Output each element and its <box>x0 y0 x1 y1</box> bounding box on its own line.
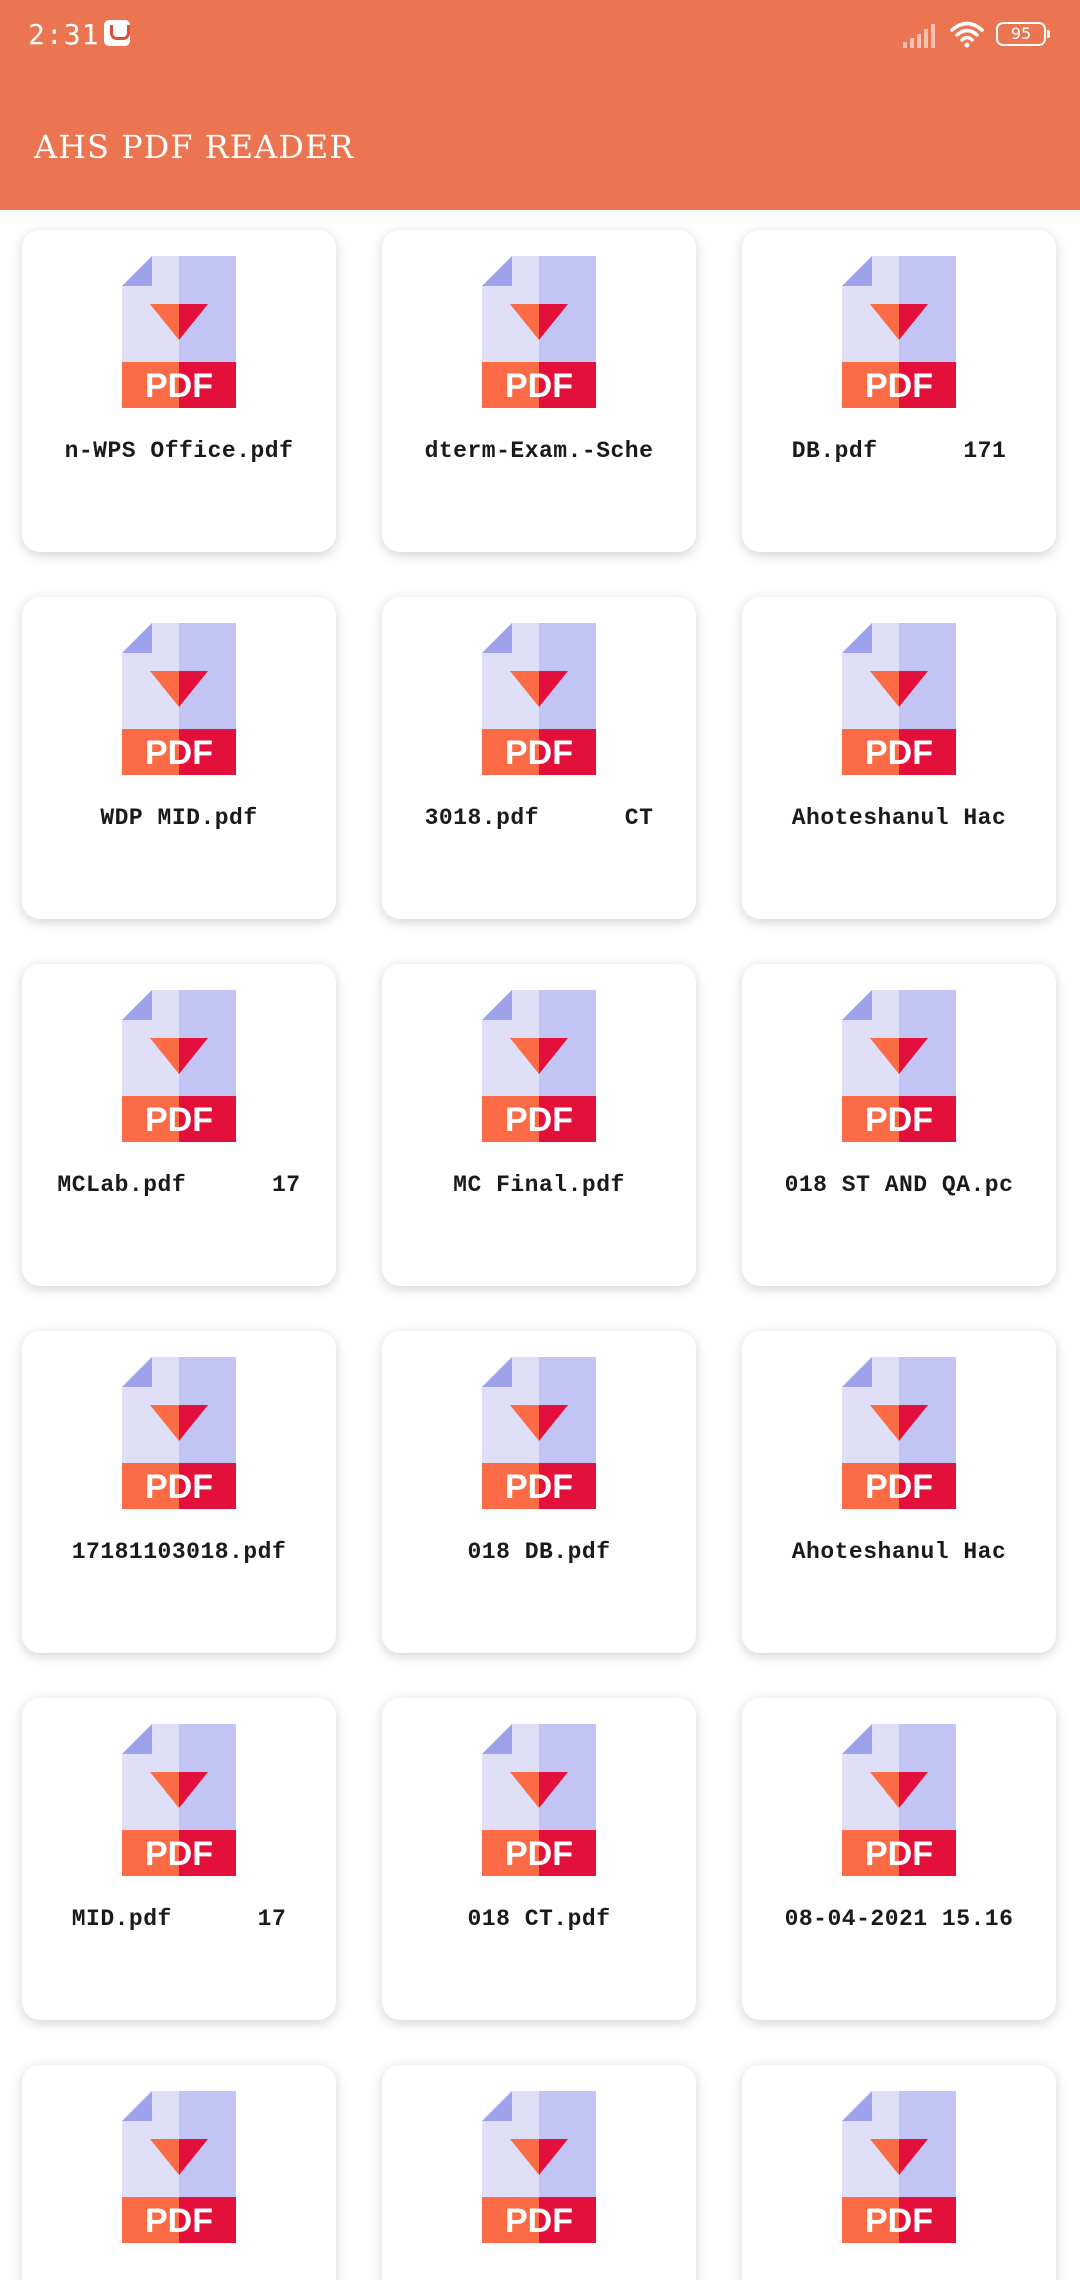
pdf-file-card[interactable]: PDF 018 CT.pdf <box>382 1698 696 2020</box>
pdf-label: PDF <box>145 2202 213 2240</box>
file-name: Ahoteshanul Hac <box>791 1539 1007 1565</box>
pdf-file-icon: PDF <box>122 990 236 1142</box>
pdf-file-icon: PDF <box>482 2091 596 2243</box>
pdf-label: PDF <box>505 1835 573 1873</box>
file-name: 17181103018.pdf <box>71 1539 287 1565</box>
pdf-file-card[interactable]: PDF MID.pdf 17 <box>22 1698 336 2020</box>
pdf-label: PDF <box>505 2202 573 2240</box>
pdf-file-card[interactable]: PDF <box>382 2065 696 2280</box>
pdf-file-icon: PDF <box>842 623 956 775</box>
pdf-file-card[interactable]: PDF DB.pdf 171 <box>742 230 1056 552</box>
pdf-label: PDF <box>145 1101 213 1139</box>
file-name: 018 CT.pdf <box>467 1906 611 1932</box>
pdf-label: PDF <box>865 1468 933 1506</box>
pdf-file-card[interactable]: PDF <box>22 2065 336 2280</box>
pdf-file-icon: PDF <box>482 623 596 775</box>
pdf-file-icon: PDF <box>842 1724 956 1876</box>
pdf-file-card[interactable]: PDF MC Final.pdf <box>382 964 696 1286</box>
pdf-file-icon: PDF <box>482 1724 596 1876</box>
file-name: 08-04-2021 15.16 <box>784 1906 1014 1932</box>
pdf-label: PDF <box>865 367 933 405</box>
app-bar: AHS PDF READER <box>0 70 1080 210</box>
pdf-file-icon: PDF <box>842 2091 956 2243</box>
pdf-label: PDF <box>505 734 573 772</box>
pdf-label: PDF <box>505 1468 573 1506</box>
pdf-label: PDF <box>865 2202 933 2240</box>
pdf-label: PDF <box>145 1835 213 1873</box>
pdf-file-card[interactable]: PDF n-WPS Office.pdf <box>22 230 336 552</box>
pdf-file-card[interactable]: PDF 3018.pdf CT <box>382 597 696 919</box>
file-name: MID.pdf 17 <box>71 1906 287 1932</box>
pdf-file-card[interactable]: PDF Ahoteshanul Hac <box>742 597 1056 919</box>
pdf-file-icon: PDF <box>122 1724 236 1876</box>
pdf-file-card[interactable]: PDF Ahoteshanul Hac <box>742 1331 1056 1653</box>
file-name: 018 DB.pdf <box>467 1539 611 1565</box>
status-time: 2:31 <box>28 18 100 51</box>
pdf-file-icon: PDF <box>122 2091 236 2243</box>
pdf-file-card[interactable]: PDF 018 ST AND QA.pc <box>742 964 1056 1286</box>
pdf-label: PDF <box>865 734 933 772</box>
file-name: n-WPS Office.pdf <box>64 438 294 464</box>
pdf-file-icon: PDF <box>842 990 956 1142</box>
pdf-file-icon: PDF <box>842 1357 956 1509</box>
signal-icon <box>903 24 935 48</box>
pdf-label: PDF <box>145 367 213 405</box>
notification-icon <box>104 20 130 46</box>
file-name: 018 ST AND QA.pc <box>784 1172 1014 1198</box>
pdf-file-card[interactable]: PDF MCLab.pdf 17 <box>22 964 336 1286</box>
file-name: dterm-Exam.-Sche <box>424 438 654 464</box>
pdf-file-icon: PDF <box>482 1357 596 1509</box>
file-name: MCLab.pdf 17 <box>57 1172 301 1198</box>
pdf-file-icon: PDF <box>842 256 956 408</box>
pdf-file-card[interactable]: PDF dterm-Exam.-Sche <box>382 230 696 552</box>
pdf-file-icon: PDF <box>482 990 596 1142</box>
file-name: 3018.pdf CT <box>424 805 654 831</box>
pdf-file-card[interactable]: PDF 17181103018.pdf <box>22 1331 336 1653</box>
pdf-file-card[interactable]: PDF WDP MID.pdf <box>22 597 336 919</box>
pdf-label: PDF <box>865 1835 933 1873</box>
status-bar: 2:31 95 <box>0 0 1080 70</box>
file-name: WDP MID.pdf <box>100 805 258 831</box>
pdf-label: PDF <box>865 1101 933 1139</box>
pdf-file-card[interactable]: PDF 018 DB.pdf <box>382 1331 696 1653</box>
pdf-label: PDF <box>505 1101 573 1139</box>
pdf-label: PDF <box>505 367 573 405</box>
wifi-icon <box>950 21 984 48</box>
pdf-label: PDF <box>145 1468 213 1506</box>
pdf-file-card[interactable]: PDF 08-04-2021 15.16 <box>742 1698 1056 2020</box>
pdf-file-card[interactable]: PDF <box>742 2065 1056 2280</box>
battery-indicator: 95 <box>996 22 1050 46</box>
pdf-file-icon: PDF <box>122 623 236 775</box>
app-title: AHS PDF READER <box>34 128 355 166</box>
file-name: MC Final.pdf <box>453 1172 625 1198</box>
pdf-file-grid[interactable]: PDF n-WPS Office.pdf PDF dterm-Exam.-Sche PD… <box>0 210 1080 2280</box>
pdf-file-icon: PDF <box>122 1357 236 1509</box>
file-name: DB.pdf 171 <box>791 438 1007 464</box>
file-name: Ahoteshanul Hac <box>791 805 1007 831</box>
pdf-file-icon: PDF <box>122 256 236 408</box>
pdf-label: PDF <box>145 734 213 772</box>
pdf-file-icon: PDF <box>482 256 596 408</box>
